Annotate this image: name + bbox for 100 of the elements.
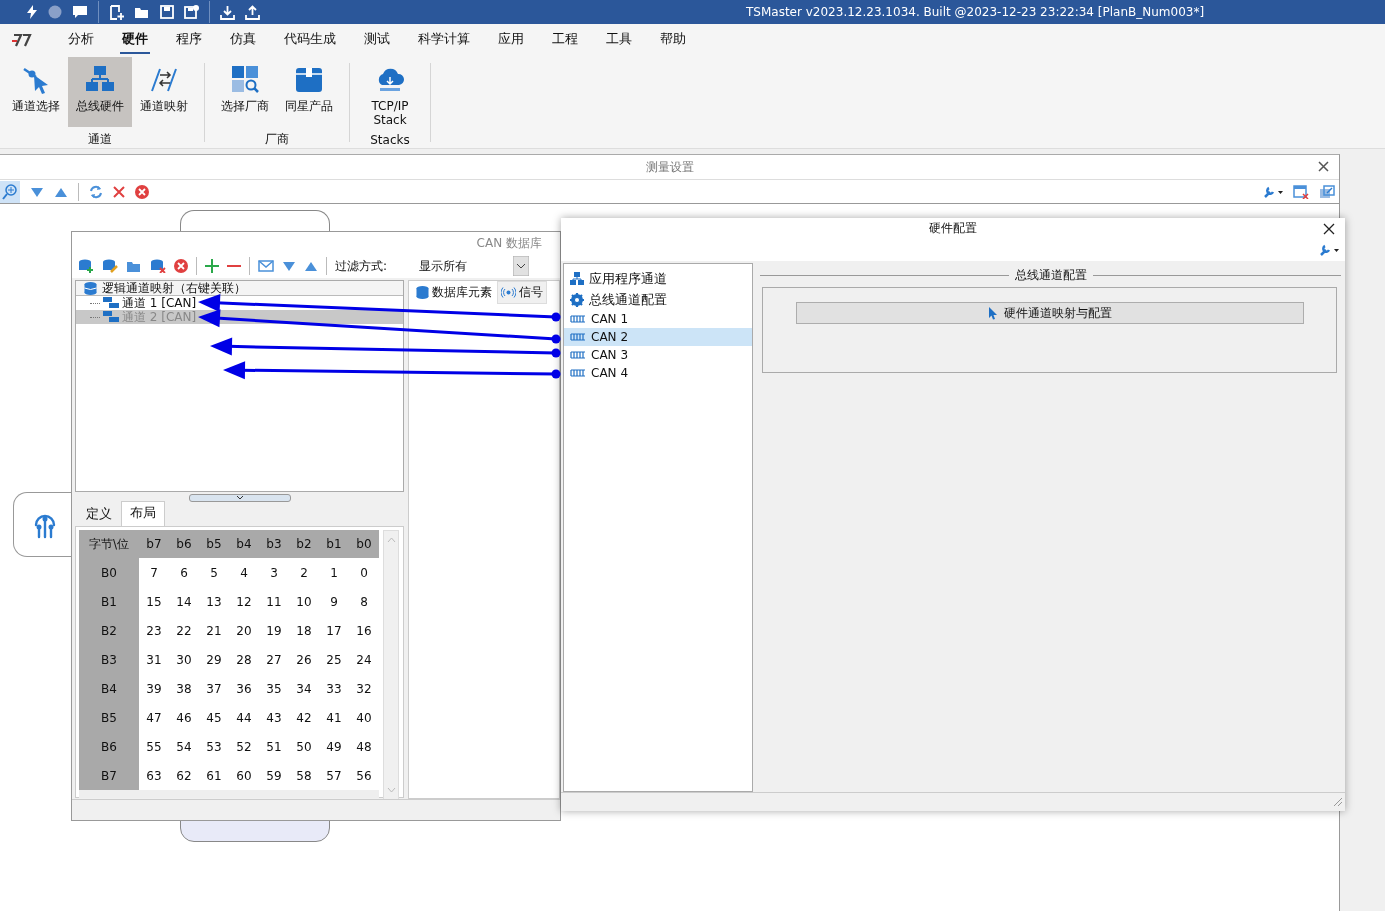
menu-tab[interactable]: 测试 — [362, 25, 392, 54]
menu-tab[interactable]: 应用 — [496, 25, 526, 54]
table-cell: 54 — [169, 732, 199, 761]
menu-tab[interactable]: 代码生成 — [282, 25, 338, 54]
delete-icon[interactable] — [174, 259, 188, 273]
up-triangle-icon[interactable] — [304, 260, 318, 272]
tree-item[interactable]: 总线通道配置 — [564, 289, 752, 310]
new-file-icon[interactable] — [109, 4, 124, 20]
tab[interactable]: 定义 — [77, 502, 121, 526]
database-add-icon[interactable] — [78, 259, 94, 273]
close-icon[interactable] — [1318, 161, 1329, 172]
grid-search-icon — [229, 63, 261, 95]
minus-icon[interactable] — [227, 264, 241, 268]
menu-tab[interactable]: 帮助 — [658, 25, 688, 54]
plus-icon[interactable] — [205, 259, 219, 273]
download-icon[interactable] — [220, 4, 235, 20]
tree-item[interactable]: 通道 1 [CAN] — [76, 296, 403, 310]
table-cell: 47 — [139, 703, 169, 732]
splitter-handle[interactable] — [188, 494, 291, 502]
settings-icon[interactable] — [1319, 244, 1339, 256]
table-cell: 25 — [319, 645, 349, 674]
delete-icon[interactable] — [135, 184, 149, 199]
table-cell: 10 — [289, 587, 319, 616]
tree-item[interactable]: CAN 2 — [564, 328, 752, 346]
table-cell: 55 — [139, 732, 169, 761]
column-header: b7 — [139, 530, 169, 558]
chat-icon[interactable] — [72, 5, 88, 19]
table-cell: 8 — [349, 587, 379, 616]
save-as-icon[interactable] — [184, 5, 199, 19]
ribbon-button[interactable]: TCP/IP Stack — [358, 57, 422, 129]
resize-grip-icon[interactable] — [1333, 797, 1343, 807]
database-remove-icon[interactable] — [150, 259, 166, 273]
table-cell: 58 — [289, 761, 319, 790]
database-edit-icon[interactable] — [102, 259, 118, 273]
table-cell: 41 — [319, 703, 349, 732]
window-restore-icon[interactable] — [1319, 184, 1335, 199]
tab[interactable]: 布局 — [121, 501, 165, 526]
ribbon-button[interactable]: 同星产品 — [277, 57, 341, 127]
row-header: B0 — [79, 558, 139, 587]
ribbon-button[interactable]: 通道选择 — [4, 57, 68, 127]
close-icon[interactable] — [1323, 223, 1335, 235]
down-triangle-icon[interactable] — [30, 185, 44, 198]
bus-icon — [570, 315, 586, 323]
table-cell: 38 — [169, 674, 199, 703]
table-cell: 17 — [319, 616, 349, 645]
refresh-icon[interactable] — [89, 184, 103, 199]
mapping-config-button[interactable]: 硬件通道映射与配置 — [795, 302, 1304, 324]
column-header: 字节\位 — [79, 530, 139, 558]
upload-icon[interactable] — [245, 4, 260, 20]
table-cell: 57 — [319, 761, 349, 790]
tree-item[interactable]: CAN 4 — [564, 364, 752, 382]
row-header: B6 — [79, 732, 139, 761]
table-cell: 49 — [319, 732, 349, 761]
zoom-icon[interactable] — [0, 180, 20, 203]
column-header: b5 — [199, 530, 229, 558]
folder-icon[interactable] — [126, 259, 142, 273]
save-icon[interactable] — [160, 5, 174, 19]
table-cell: 32 — [349, 674, 379, 703]
column-header: b3 — [259, 530, 289, 558]
tree-item[interactable]: CAN 1 — [564, 310, 752, 328]
window-title: 硬件配置 — [929, 220, 977, 237]
table-cell: 26 — [289, 645, 319, 674]
tree-item[interactable]: 逻辑通道映射（右键关联） — [76, 281, 403, 296]
tab[interactable]: 信号 — [497, 280, 547, 304]
menu-tab[interactable]: 工具 — [604, 25, 634, 54]
circle-icon[interactable] — [48, 5, 62, 19]
table-cell: 2 — [289, 558, 319, 587]
menu-tab[interactable]: 工程 — [550, 25, 580, 54]
column-header: b2 — [289, 530, 319, 558]
menu-tab[interactable]: 硬件 — [120, 25, 150, 54]
table-cell: 23 — [139, 616, 169, 645]
window-close-icon[interactable] — [1293, 184, 1309, 199]
table-cell: 19 — [259, 616, 289, 645]
row-header: B2 — [79, 616, 139, 645]
ribbon-button[interactable]: 总线硬件 — [68, 57, 132, 127]
table-cell: 27 — [259, 645, 289, 674]
table-cell: 62 — [169, 761, 199, 790]
menu-tab[interactable]: 科学计算 — [416, 25, 472, 54]
row-header: B5 — [79, 703, 139, 732]
table-cell: 3 — [259, 558, 289, 587]
menu-tab[interactable]: 程序 — [174, 25, 204, 54]
tree-item[interactable]: 应用程序通道 — [564, 268, 752, 289]
settings-icon[interactable] — [1263, 185, 1283, 198]
table-cell: 50 — [289, 732, 319, 761]
mail-icon[interactable] — [258, 260, 274, 272]
ribbon-button[interactable]: 通道映射 — [132, 57, 196, 127]
tree-item[interactable]: CAN 3 — [564, 346, 752, 364]
column-header: b1 — [319, 530, 349, 558]
table-cell: 36 — [229, 674, 259, 703]
cursor-icon — [987, 306, 998, 320]
table-cell: 22 — [169, 616, 199, 645]
bus-icon — [570, 351, 586, 359]
table-cell: 63 — [139, 761, 169, 790]
folder-icon[interactable] — [134, 5, 150, 19]
ribbon-button[interactable]: 选择厂商 — [213, 57, 277, 127]
lightning-icon[interactable] — [26, 5, 38, 19]
table-cell: 13 — [199, 587, 229, 616]
menu-tab[interactable]: 仿真 — [228, 25, 258, 54]
menu-tab[interactable]: 分析 — [66, 25, 96, 54]
down-triangle-icon[interactable] — [282, 260, 296, 272]
